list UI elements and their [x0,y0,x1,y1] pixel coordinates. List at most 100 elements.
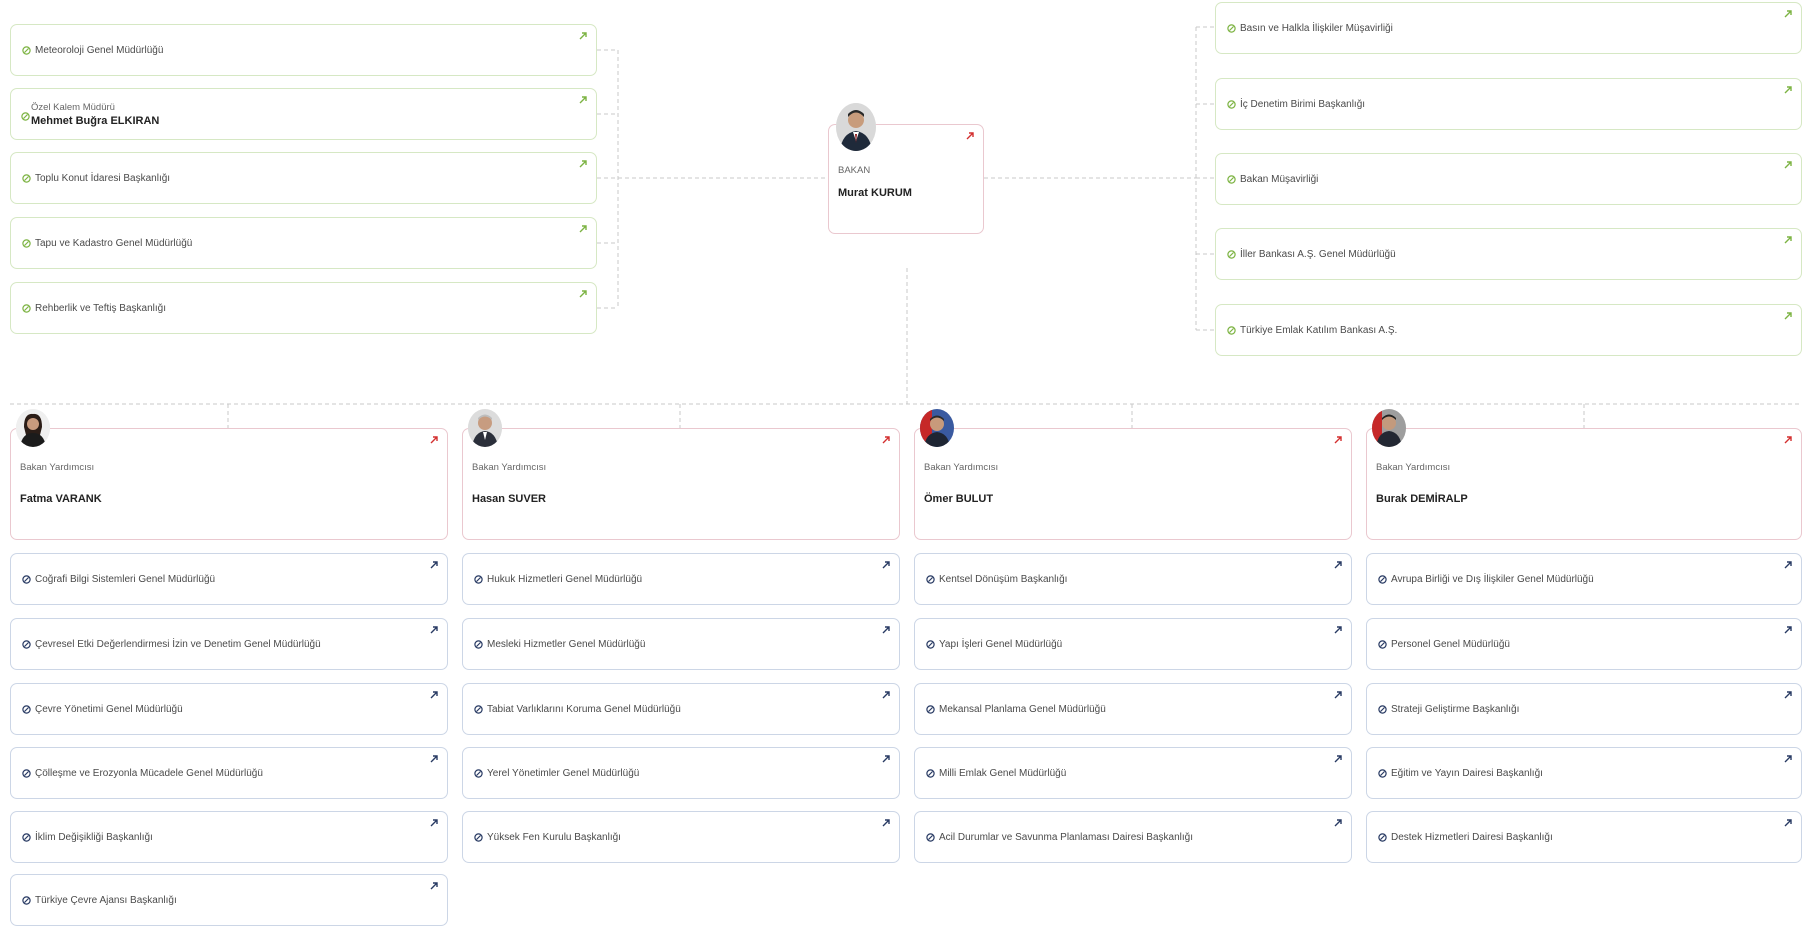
unit-card[interactable]: Bakan Müşavirliği [1215,153,1802,205]
expand-arrow-icon[interactable] [1783,85,1793,95]
deputy-name: Hasan SUVER [472,493,546,505]
branch-icon [21,768,31,778]
unit-label: Mesleki Hizmetler Genel Müdürlüğü [487,638,646,650]
expand-arrow-icon[interactable] [1333,435,1343,445]
branch-icon [21,832,31,842]
minister-name: Murat KURUM [838,187,912,199]
unit-card[interactable]: Mesleki Hizmetler Genel Müdürlüğü [462,618,900,670]
expand-arrow-icon[interactable] [1783,560,1793,570]
expand-arrow-icon[interactable] [881,435,891,445]
branch-icon [21,639,31,649]
unit-card[interactable]: Kentsel Dönüşüm Başkanlığı [914,553,1352,605]
unit-person-name: Mehmet Buğra ELKIRAN [31,114,160,127]
unit-card[interactable]: Eğitim ve Yayın Dairesi Başkanlığı [1366,747,1802,799]
expand-arrow-icon[interactable] [881,690,891,700]
unit-card[interactable]: Avrupa Birliği ve Dış İlişkiler Genel Mü… [1366,553,1802,605]
expand-arrow-icon[interactable] [429,690,439,700]
unit-card[interactable]: Mekansal Planlama Genel Müdürlüğü [914,683,1352,735]
deputy-role: Bakan Yardımcısı [472,462,547,473]
branch-icon [1377,639,1387,649]
expand-arrow-icon[interactable] [1783,818,1793,828]
deputy-name: Ömer BULUT [924,493,994,505]
expand-arrow-icon[interactable] [881,560,891,570]
unit-label: Meteoroloji Genel Müdürlüğü [35,44,164,56]
expand-arrow-icon[interactable] [1333,818,1343,828]
unit-card[interactable]: Coğrafi Bilgi Sistemleri Genel Müdürlüğü [10,553,448,605]
unit-label: Avrupa Birliği ve Dış İlişkiler Genel Mü… [1391,573,1594,585]
unit-card[interactable]: Toplu Konut İdaresi Başkanlığı [10,152,597,204]
deputy-role: Bakan Yardımcısı [924,462,999,473]
unit-label: Mekansal Planlama Genel Müdürlüğü [939,703,1106,715]
expand-arrow-icon[interactable] [1783,690,1793,700]
expand-arrow-icon[interactable] [429,754,439,764]
expand-arrow-icon[interactable] [429,560,439,570]
expand-arrow-icon[interactable] [1783,235,1793,245]
unit-card[interactable]: Basın ve Halkla İlişkiler Müşavirliği [1215,2,1802,54]
expand-arrow-icon[interactable] [429,435,439,445]
unit-card[interactable]: Milli Emlak Genel Müdürlüğü [914,747,1352,799]
expand-arrow-icon[interactable] [1333,754,1343,764]
expand-arrow-icon[interactable] [1783,9,1793,19]
branch-icon [1377,832,1387,842]
unit-label: İller Bankası A.Ş. Genel Müdürlüğü [1240,248,1396,260]
unit-card[interactable]: Hukuk Hizmetleri Genel Müdürlüğü [462,553,900,605]
deputy-card-burak-demiralp[interactable]: Bakan Yardımcısı Burak DEMİRALP [1366,428,1802,540]
expand-arrow-icon[interactable] [1783,311,1793,321]
expand-arrow-icon[interactable] [881,818,891,828]
expand-arrow-icon[interactable] [429,881,439,891]
deputy-card-hasan-suver[interactable]: Bakan Yardımcısı Hasan SUVER [462,428,900,540]
expand-arrow-icon[interactable] [1333,625,1343,635]
unit-card[interactable]: Yüksek Fen Kurulu Başkanlığı [462,811,900,863]
expand-arrow-icon[interactable] [578,31,588,41]
deputy-card-fatma-varank[interactable]: Bakan Yardımcısı Fatma VARANK [10,428,448,540]
expand-arrow-icon[interactable] [578,289,588,299]
unit-card[interactable]: Strateji Geliştirme Başkanlığı [1366,683,1802,735]
unit-card[interactable]: Tabiat Varlıklarını Koruma Genel Müdürlü… [462,683,900,735]
unit-card[interactable]: Tapu ve Kadastro Genel Müdürlüğü [10,217,597,269]
expand-arrow-icon[interactable] [881,625,891,635]
deputy-role: Bakan Yardımcısı [1376,462,1451,473]
expand-arrow-icon[interactable] [578,159,588,169]
unit-card[interactable]: Yerel Yönetimler Genel Müdürlüğü [462,747,900,799]
unit-card[interactable]: Türkiye Emlak Katılım Bankası A.Ş. [1215,304,1802,356]
unit-card[interactable]: Çevre Yönetimi Genel Müdürlüğü [10,683,448,735]
expand-arrow-icon[interactable] [1783,625,1793,635]
unit-sub-label: Özel Kalem Müdürü [31,101,115,113]
expand-arrow-icon[interactable] [965,131,975,141]
expand-arrow-icon[interactable] [578,224,588,234]
expand-arrow-icon[interactable] [429,818,439,828]
unit-card[interactable]: Personel Genel Müdürlüğü [1366,618,1802,670]
unit-card[interactable]: Çevresel Etki Değerlendirmesi İzin ve De… [10,618,448,670]
unit-card[interactable]: Çölleşme ve Erozyonla Mücadele Genel Müd… [10,747,448,799]
unit-label: Basın ve Halkla İlişkiler Müşavirliği [1240,22,1393,34]
expand-arrow-icon[interactable] [429,625,439,635]
branch-icon [473,768,483,778]
expand-arrow-icon[interactable] [881,754,891,764]
expand-arrow-icon[interactable] [1783,160,1793,170]
expand-arrow-icon[interactable] [1783,435,1793,445]
unit-card[interactable]: Acil Durumlar ve Savunma Planlaması Dair… [914,811,1352,863]
private-office-card[interactable]: Özel Kalem Müdürü Mehmet Buğra ELKIRAN [10,88,597,140]
expand-arrow-icon[interactable] [1333,690,1343,700]
expand-arrow-icon[interactable] [1783,754,1793,764]
deputy-avatar [920,409,954,447]
unit-label: Çevresel Etki Değerlendirmesi İzin ve De… [35,638,321,650]
unit-card[interactable]: Destek Hizmetleri Dairesi Başkanlığı [1366,811,1802,863]
expand-arrow-icon[interactable] [578,95,588,105]
unit-label: Kentsel Dönüşüm Başkanlığı [939,573,1068,585]
unit-card[interactable]: İller Bankası A.Ş. Genel Müdürlüğü [1215,228,1802,280]
deputy-card-omer-bulut[interactable]: Bakan Yardımcısı Ömer BULUT [914,428,1352,540]
unit-card[interactable]: Türkiye Çevre Ajansı Başkanlığı [10,874,448,926]
unit-label: Toplu Konut İdaresi Başkanlığı [35,172,171,184]
minister-avatar [836,103,876,151]
unit-card[interactable]: İç Denetim Birimi Başkanlığı [1215,78,1802,130]
unit-card[interactable]: Rehberlik ve Teftiş Başkanlığı [10,282,597,334]
unit-card[interactable]: Yapı İşleri Genel Müdürlüğü [914,618,1352,670]
unit-label: Yerel Yönetimler Genel Müdürlüğü [487,767,640,779]
branch-icon [21,45,31,55]
unit-card[interactable]: İklim Değişikliği Başkanlığı [10,811,448,863]
unit-label: Rehberlik ve Teftiş Başkanlığı [35,302,166,314]
deputy-avatar [16,409,50,447]
expand-arrow-icon[interactable] [1333,560,1343,570]
unit-card[interactable]: Meteoroloji Genel Müdürlüğü [10,24,597,76]
